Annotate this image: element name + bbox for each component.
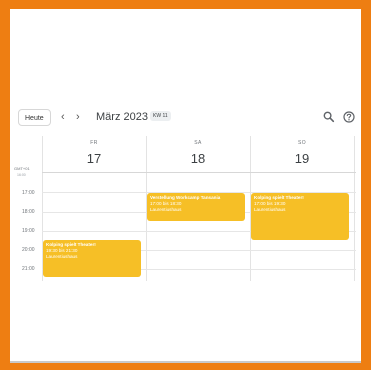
day-number[interactable]: 19 [250, 151, 354, 167]
calendar-event[interactable]: Kolping spielt Theater! 19:30 bis 21:30 … [43, 240, 141, 277]
week-badge: KW 11 [150, 111, 171, 121]
event-location: Laurentiushaus [150, 207, 182, 212]
event-location: Laurentiushaus [254, 207, 286, 212]
day-of-week: SO [297, 140, 307, 146]
day-number[interactable]: 17 [42, 151, 146, 167]
bottom-divider [10, 361, 361, 363]
day-of-week: FR [90, 140, 98, 146]
day-number[interactable]: 18 [146, 151, 250, 167]
hour-label: 16:00 [17, 173, 26, 177]
hour-label: 21:00 [22, 266, 35, 272]
day-of-week: SA [194, 140, 202, 146]
help-icon[interactable] [342, 110, 356, 124]
chevron-left-icon[interactable]: ‹ [61, 111, 65, 123]
search-icon[interactable] [322, 110, 336, 124]
calendar-embed: Heute ‹ › März 2023 KW 11 FR 17 SA 18 SO… [10, 9, 361, 363]
day-header-friday[interactable]: FR 17 [42, 140, 146, 167]
hour-label: 19:00 [22, 228, 35, 234]
timezone-label: GMT+01 [14, 166, 30, 171]
hour-label: 17:00 [22, 190, 35, 196]
day-header-saturday[interactable]: SA 18 [146, 140, 250, 167]
chevron-right-icon[interactable]: › [76, 111, 80, 123]
grid-column-line [354, 136, 355, 281]
today-button[interactable]: Heute [18, 109, 51, 126]
calendar-toolbar: Heute ‹ › März 2023 KW 11 [10, 107, 361, 129]
hour-label: 20:00 [22, 247, 35, 253]
calendar-event[interactable]: Verstellung Workcamp Tansania 17:00 bis … [147, 193, 245, 221]
day-header-sunday[interactable]: SO 19 [250, 140, 354, 167]
calendar-event[interactable]: Kolping spielt Theater! 17:00 bis 19:30 … [251, 193, 349, 240]
event-location: Laurentiushaus [46, 254, 78, 259]
hour-label: 18:00 [22, 209, 35, 215]
month-label: März 2023 [96, 111, 148, 123]
grid-header-divider [42, 172, 356, 173]
